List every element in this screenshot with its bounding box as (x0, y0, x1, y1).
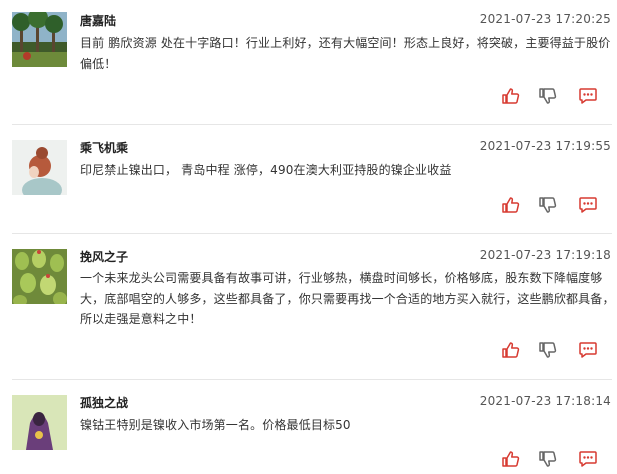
comment-actions (501, 449, 611, 469)
comment-reply-icon[interactable] (578, 86, 598, 106)
thumbs-up-icon[interactable] (501, 86, 521, 106)
username[interactable]: 挽风之子 (80, 248, 128, 265)
avatar[interactable] (12, 395, 67, 450)
username[interactable]: 唐嘉陆 (80, 12, 116, 29)
username[interactable]: 乘飞机乘 (80, 139, 128, 156)
thumbs-up-icon[interactable] (501, 195, 521, 215)
avatar[interactable] (12, 140, 67, 195)
comment-actions (501, 340, 611, 360)
comment-time: 2021-07-23 17:19:55 (479, 139, 611, 153)
comment-time: 2021-07-23 17:18:14 (479, 394, 611, 408)
username[interactable]: 孤独之战 (80, 394, 128, 411)
thumbs-up-icon[interactable] (501, 449, 521, 469)
comment-text: 目前 鹏欣资源 处在十字路口！行业上利好，还有大幅空间！形态上良好，将突破，主要… (80, 36, 611, 71)
comment-text: 印尼禁止镍出口， 青岛中程 涨停，490在澳大利亚持股的镍企业收益 (80, 163, 452, 177)
comment-time: 2021-07-23 17:19:18 (479, 248, 611, 262)
thumbs-down-icon[interactable] (538, 195, 558, 215)
comment-reply-icon[interactable] (578, 340, 598, 360)
divider (12, 124, 612, 125)
comment-reply-icon[interactable] (578, 195, 598, 215)
avatar[interactable] (12, 12, 67, 67)
comment-text: 一个未来龙头公司需要具备有故事可讲，行业够热，横盘时间够长，价格够底，股东数下降… (80, 271, 615, 326)
comment-reply-icon[interactable] (578, 449, 598, 469)
thumbs-down-icon[interactable] (538, 340, 558, 360)
comment-actions (501, 195, 611, 215)
comment-actions (501, 86, 611, 106)
thumbs-down-icon[interactable] (538, 86, 558, 106)
thumbs-up-icon[interactable] (501, 340, 521, 360)
comment-time: 2021-07-23 17:20:25 (479, 12, 611, 26)
divider (12, 379, 612, 380)
divider (12, 233, 612, 234)
avatar[interactable] (12, 249, 67, 304)
comment-text: 镍钴王特别是镍收入市场第一名。价格最低目标50 (80, 418, 351, 432)
thumbs-down-icon[interactable] (538, 449, 558, 469)
